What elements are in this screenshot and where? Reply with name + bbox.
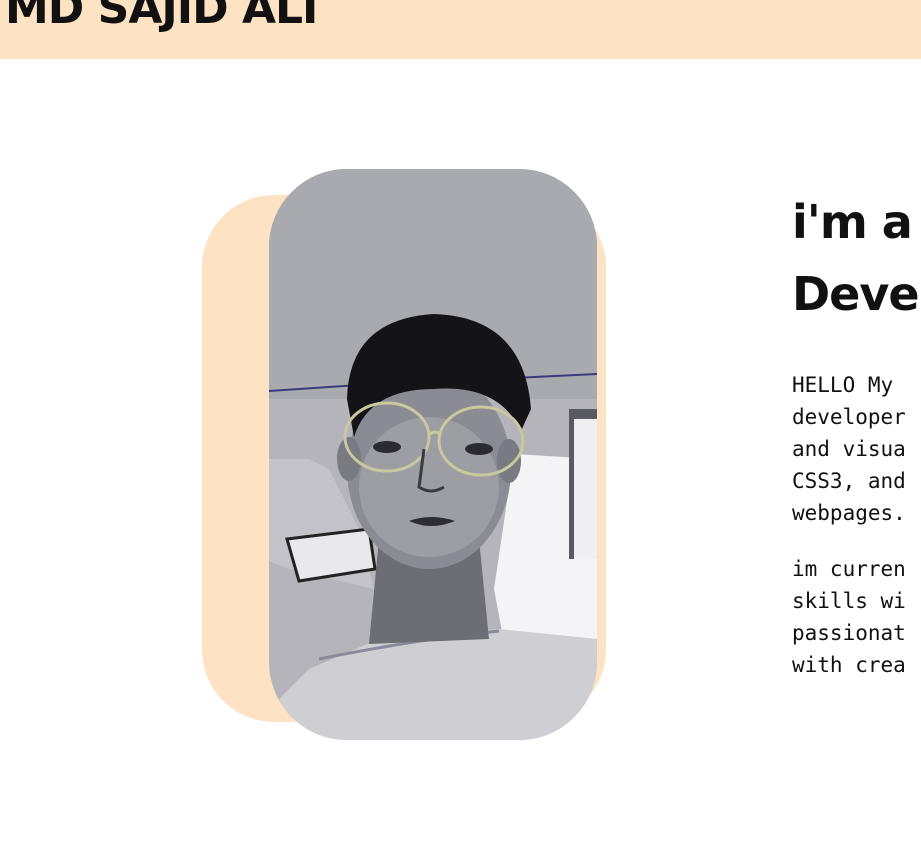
current-paragraph: im curren skills wi passionat with crea [792,553,921,681]
site-header: MD SAJID ALI [0,0,921,59]
intro-paragraph: HELLO My developer and visua CSS3, and w… [792,369,921,529]
intro-line: and visua [792,437,906,461]
profile-photo-frame [202,169,606,740]
intro-line: HELLO My [792,373,894,397]
site-logo[interactable]: MD SAJID ALI [5,0,318,36]
hero-section: i'm a Deve HELLO My developer and visua … [792,186,921,681]
portrait-illustration [269,169,597,740]
intro-line: webpages. [792,501,906,525]
headline-line: i'm a [792,195,913,249]
current-line: passionat [792,621,906,645]
headline-line: Deve [792,267,920,321]
current-line: skills wi [792,589,906,613]
profile-photo [269,169,597,740]
hero-headline: i'm a Deve [792,186,921,330]
intro-line: developer [792,405,906,429]
current-line: with crea [792,653,906,677]
current-line: im curren [792,557,906,581]
intro-line: CSS3, and [792,469,906,493]
